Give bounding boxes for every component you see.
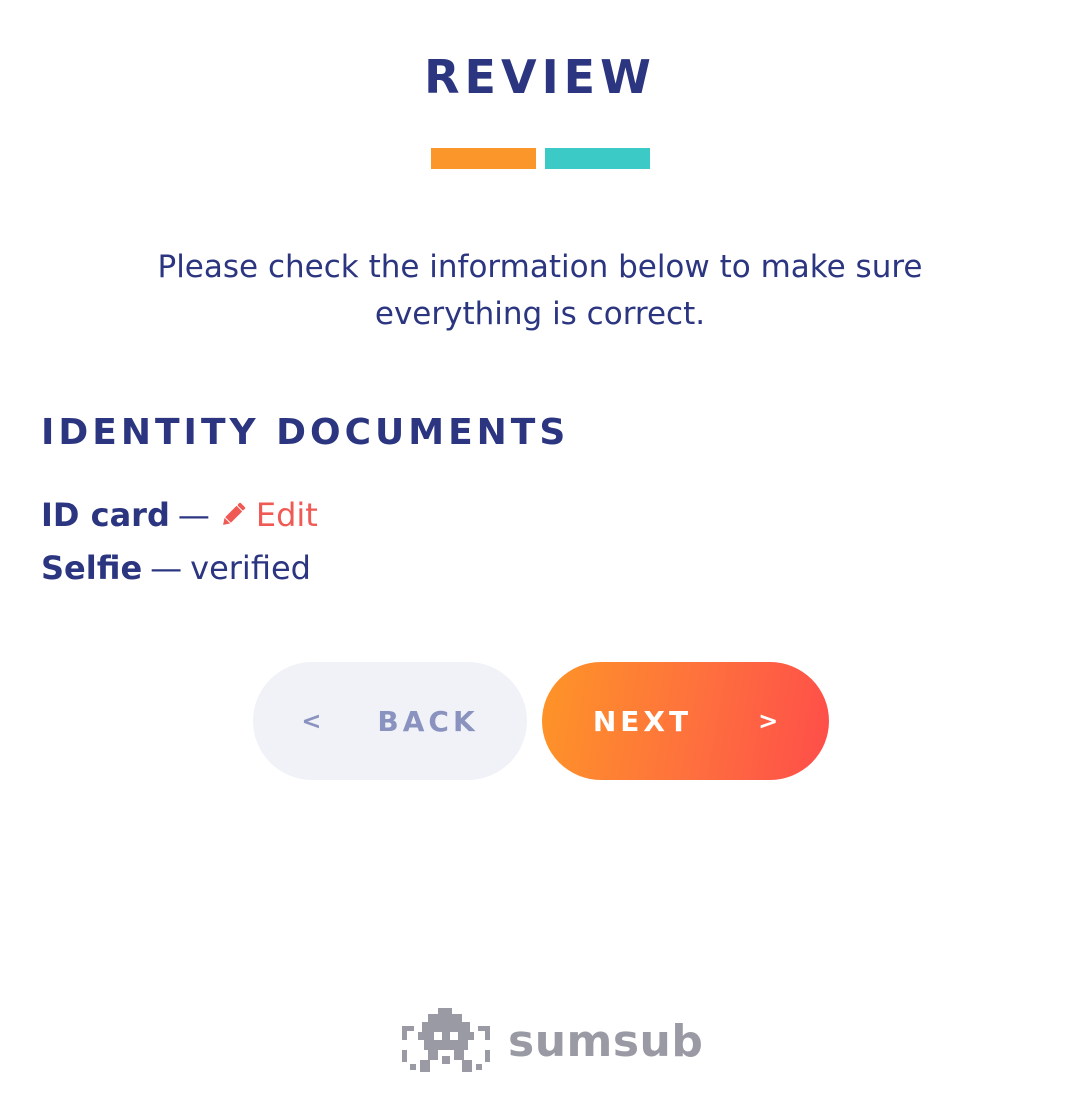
separator-dash: — bbox=[150, 549, 183, 587]
document-name-selfie: Selfie bbox=[41, 549, 143, 587]
intro-text: Please check the information below to ma… bbox=[157, 249, 923, 332]
accent-bar-teal bbox=[545, 148, 650, 169]
document-name-id-card: ID card bbox=[41, 496, 170, 534]
selfie-status: verified bbox=[190, 549, 311, 587]
document-row-id-card: ID card — Edit bbox=[41, 496, 318, 534]
edit-label: Edit bbox=[255, 496, 318, 534]
separator-dash: — bbox=[177, 496, 210, 534]
edit-id-card-link[interactable]: Edit bbox=[218, 496, 318, 534]
next-label: NEXT bbox=[592, 704, 693, 738]
chevron-right-icon: > bbox=[758, 707, 779, 735]
section-title-identity-documents: IDENTITY DOCUMENTS bbox=[41, 412, 570, 453]
back-button[interactable]: < BACK bbox=[253, 662, 527, 780]
title-accent-bars bbox=[431, 148, 650, 169]
pencil-icon bbox=[222, 502, 246, 525]
brand-footer: sumsub bbox=[402, 1008, 703, 1074]
sumsub-logo-icon bbox=[402, 1008, 490, 1072]
brand-name: sumsub bbox=[508, 1015, 704, 1067]
page-title: REVIEW bbox=[424, 50, 656, 104]
back-label: BACK bbox=[377, 704, 479, 738]
accent-bar-orange bbox=[431, 148, 536, 169]
chevron-left-icon: < bbox=[301, 707, 322, 735]
document-row-selfie: Selfie — verified bbox=[41, 549, 311, 587]
next-button[interactable]: NEXT > bbox=[542, 662, 829, 780]
